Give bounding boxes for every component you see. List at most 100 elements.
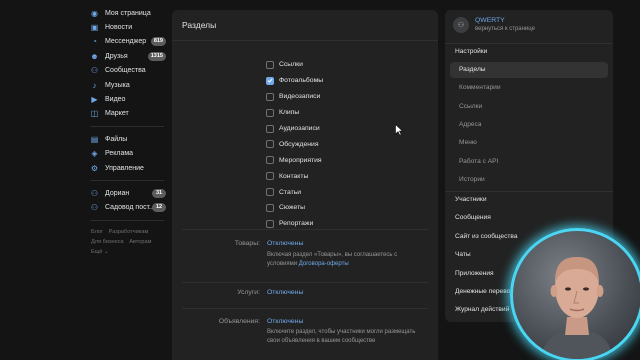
submenu-item[interactable]: Работа с API [445, 154, 613, 170]
section-checkbox-row[interactable]: Клипы [266, 105, 323, 121]
section-checkbox-row[interactable]: Видеозаписи [266, 89, 323, 105]
nav-item-user-circle[interactable]: ◉ Моя страница [86, 6, 168, 20]
panel-divider [182, 229, 428, 230]
communities-icon: ⚇ [90, 66, 99, 76]
section-checkbox-label: Статьи [279, 188, 302, 196]
nav-item-label: Музыка [105, 81, 130, 89]
submenu-item[interactable]: Разделы [450, 62, 608, 78]
section-checkbox[interactable] [266, 156, 274, 165]
nav-item-communities[interactable]: ⚇ Сообщества [86, 64, 168, 78]
section-checkbox-row[interactable]: Фотоальбомы [266, 73, 323, 89]
count-badge: 1315 [147, 51, 166, 61]
section-checkbox-label: Ссылки [279, 61, 303, 69]
friends-icon: ☻ [90, 51, 99, 61]
section-checkbox[interactable] [266, 172, 274, 181]
section-checkbox-row[interactable]: Статьи [266, 184, 323, 200]
goods-status-link[interactable]: Отключены [267, 240, 303, 247]
section-checkbox[interactable] [266, 108, 274, 117]
nav-item-label: Новости [105, 24, 133, 32]
section-checkbox-label: Мероприятия [279, 156, 322, 164]
nav-item-label: Маркет [105, 110, 129, 118]
nav-divider [90, 180, 164, 182]
section-checkbox[interactable] [266, 92, 274, 101]
nav-item-label: Садовод пост... [105, 204, 155, 212]
count-badge: 12 [152, 203, 166, 213]
nav-item-messenger[interactable]: ◔ Мессенджер 819 [86, 35, 168, 49]
panel-divider [172, 40, 438, 41]
community-gardener-icon: ⚇ [90, 203, 99, 213]
user-circle-icon: ◉ [91, 8, 98, 18]
nav-item-news[interactable]: ▣ Новости [86, 20, 168, 34]
group-header[interactable]: ⚇ QWERTY вернуться к странице [453, 17, 535, 33]
section-checkbox[interactable] [266, 60, 274, 69]
webcam-overlay [510, 228, 640, 360]
nav-divider [90, 126, 164, 128]
community-dorian-icon: ⚇ [90, 188, 99, 198]
nav-item-community-gardener[interactable]: ⚇ Садовод пост... 12 [86, 201, 168, 215]
submenu-item[interactable]: Комментарии [445, 80, 613, 96]
video-icon: ▶ [91, 95, 98, 105]
offer-agreement-link[interactable]: Договора-оферты [299, 261, 349, 267]
nav-divider [90, 220, 164, 222]
menu-item[interactable]: Сообщения [445, 210, 613, 226]
nav-communities-group: ⚇ Дориан 31 ⚇ Садовод пост... 12 [86, 186, 168, 215]
section-checkbox-row[interactable]: Контакты [266, 168, 323, 184]
footer-link-business[interactable]: Для бизнеса [91, 239, 124, 245]
count-badge: 31 [152, 188, 166, 198]
nav-item-label: Друзья [105, 52, 128, 60]
footer-link-authors[interactable]: Авторам [129, 239, 151, 245]
group-name[interactable]: QWERTY [475, 17, 535, 25]
section-checkbox[interactable] [266, 140, 274, 149]
music-icon: ♪ [92, 80, 97, 90]
nav-item-manage[interactable]: ⚙ Управление [86, 161, 168, 175]
checkmark-icon [267, 79, 273, 84]
section-checkbox-label: Сюжеты [279, 204, 306, 212]
messenger-icon: ◔ [92, 37, 97, 47]
group-avatar[interactable]: ⚇ [453, 17, 469, 33]
nav-item-community-dorian[interactable]: ⚇ Дориан 31 [86, 186, 168, 200]
page-title: Разделы [182, 20, 217, 30]
submenu-item[interactable]: Меню [445, 135, 613, 151]
sections-checkbox-list: Ссылки Фотоальбомы Видеозаписи Клипы Аудиоза… [266, 57, 323, 232]
submenu-item[interactable]: Истории [445, 172, 613, 188]
section-checkbox-row[interactable]: Аудиозаписи [266, 121, 323, 137]
section-checkbox-label: Репортажи [279, 220, 314, 228]
section-checkbox-row[interactable]: Сюжеты [266, 200, 323, 216]
nav-item-video[interactable]: ▶ Видео [86, 92, 168, 106]
footer-link-more[interactable]: Ещё ⌄ [91, 249, 109, 255]
section-checkbox[interactable] [266, 124, 274, 133]
ads-status-link[interactable]: Отключены [267, 318, 303, 325]
section-checkbox[interactable] [266, 203, 274, 212]
nav-main-group: ◉ Моя страница ▣ Новости ◔ Мессенджер 819 ☻ Друз… [86, 6, 168, 121]
footer-link-developers[interactable]: Разработчикам [109, 229, 149, 235]
services-status-link[interactable]: Отключены [267, 289, 303, 296]
nav-item-files[interactable]: ▤ Файлы [86, 132, 168, 146]
nav-item-market[interactable]: ◫ Маркет [86, 107, 168, 121]
section-checkbox-row[interactable]: Обсуждения [266, 136, 323, 152]
section-checkbox-row[interactable]: Ссылки [266, 57, 323, 73]
section-checkbox[interactable] [266, 219, 274, 228]
section-checkbox-label: Видеозаписи [279, 93, 321, 101]
footer-link-blog[interactable]: Блог [91, 229, 103, 235]
submenu-item[interactable]: Адреса [445, 117, 613, 133]
section-checkbox-row[interactable]: Мероприятия [266, 152, 323, 168]
mouse-cursor-icon [395, 124, 403, 136]
menu-item[interactable]: Участники [445, 192, 613, 208]
ads-description: Включите раздел, чтобы участники могли р… [267, 329, 416, 344]
nav-item-label: Мессенджер [105, 38, 147, 46]
ads-icon: ◈ [91, 149, 98, 159]
nav-item-music[interactable]: ♪ Музыка [86, 78, 168, 92]
section-checkbox-label: Фотоальбомы [279, 77, 324, 85]
nav-item-label: Реклама [105, 150, 134, 158]
menu-item-settings[interactable]: Настройки [445, 44, 613, 60]
section-checkbox[interactable] [266, 76, 274, 85]
section-checkbox-label: Аудиозаписи [279, 125, 320, 132]
nav-item-friends[interactable]: ☻ Друзья 1315 [86, 49, 168, 63]
nav-item-ads[interactable]: ◈ Реклама [86, 147, 168, 161]
footer-links: Блог Разработчикам Для бизнеса Авторам Е… [86, 227, 168, 257]
submenu-item[interactable]: Ссылки [445, 99, 613, 115]
back-to-page-link[interactable]: вернуться к странице [475, 25, 535, 33]
section-checkbox[interactable] [266, 188, 274, 197]
community-icon: ⚇ [457, 22, 465, 29]
manage-icon: ⚙ [90, 163, 99, 173]
